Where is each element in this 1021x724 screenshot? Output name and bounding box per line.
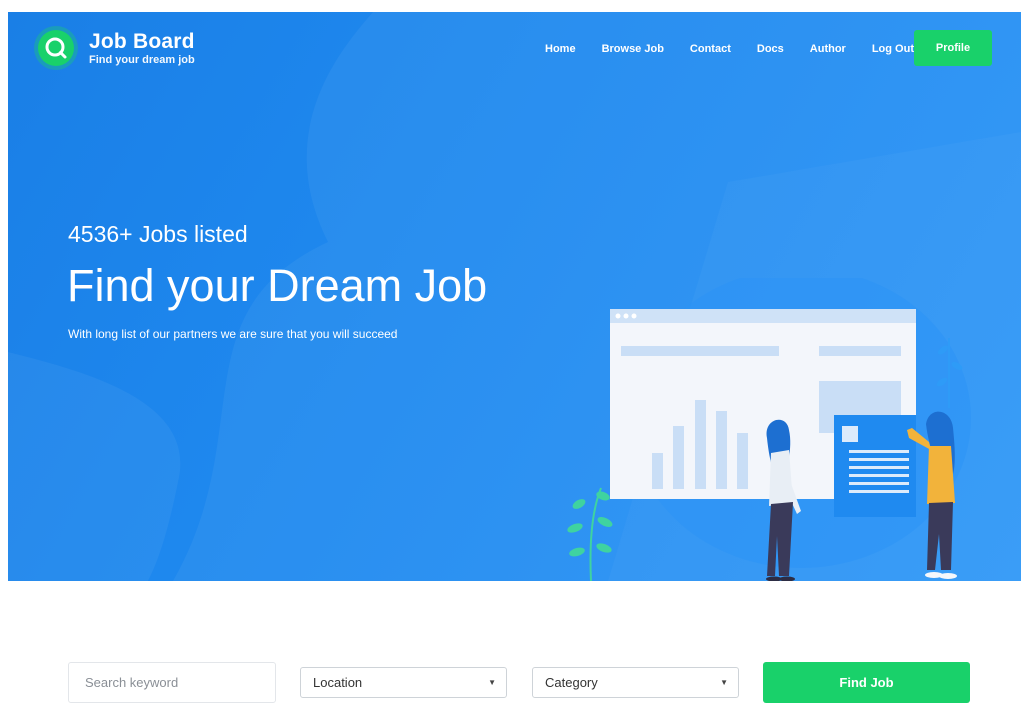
hero-banner: Job Board Find your dream job Home Brows… bbox=[8, 12, 1021, 581]
search-icon bbox=[33, 25, 79, 71]
nav-item-author[interactable]: Author bbox=[810, 43, 846, 55]
brand-logo[interactable]: Job Board Find your dream job bbox=[33, 25, 195, 71]
chevron-down-icon: ▼ bbox=[720, 678, 728, 687]
main-nav: Home Browse Job Contact Docs Author Log … bbox=[545, 43, 940, 55]
nav-item-contact[interactable]: Contact bbox=[690, 43, 731, 55]
job-search-illustration bbox=[567, 278, 971, 581]
hero-subtext: With long list of our partners we are su… bbox=[68, 327, 398, 341]
chevron-down-icon: ▼ bbox=[488, 678, 496, 687]
category-select[interactable]: Category ▼ bbox=[532, 667, 739, 698]
category-select-value: Category bbox=[545, 675, 598, 690]
find-job-button[interactable]: Find Job bbox=[763, 662, 970, 703]
nav-item-home[interactable]: Home bbox=[545, 43, 576, 55]
search-keyword-placeholder: Search keyword bbox=[85, 675, 179, 690]
location-select-value: Location bbox=[313, 675, 363, 690]
nav-item-log-out[interactable]: Log Out bbox=[872, 43, 914, 55]
brand-tagline: Find your dream job bbox=[89, 53, 195, 66]
nav-item-browse-job[interactable]: Browse Job bbox=[602, 43, 664, 55]
brand-title: Job Board bbox=[89, 29, 195, 53]
profile-button[interactable]: Profile bbox=[914, 30, 992, 66]
nav-item-docs[interactable]: Docs bbox=[757, 43, 784, 55]
search-keyword-input[interactable]: Search keyword bbox=[68, 662, 276, 703]
jobs-count: 4536+ Jobs listed bbox=[68, 221, 248, 247]
location-select[interactable]: Location ▼ bbox=[300, 667, 507, 698]
hero-headline: Find your Dream Job bbox=[67, 260, 488, 311]
